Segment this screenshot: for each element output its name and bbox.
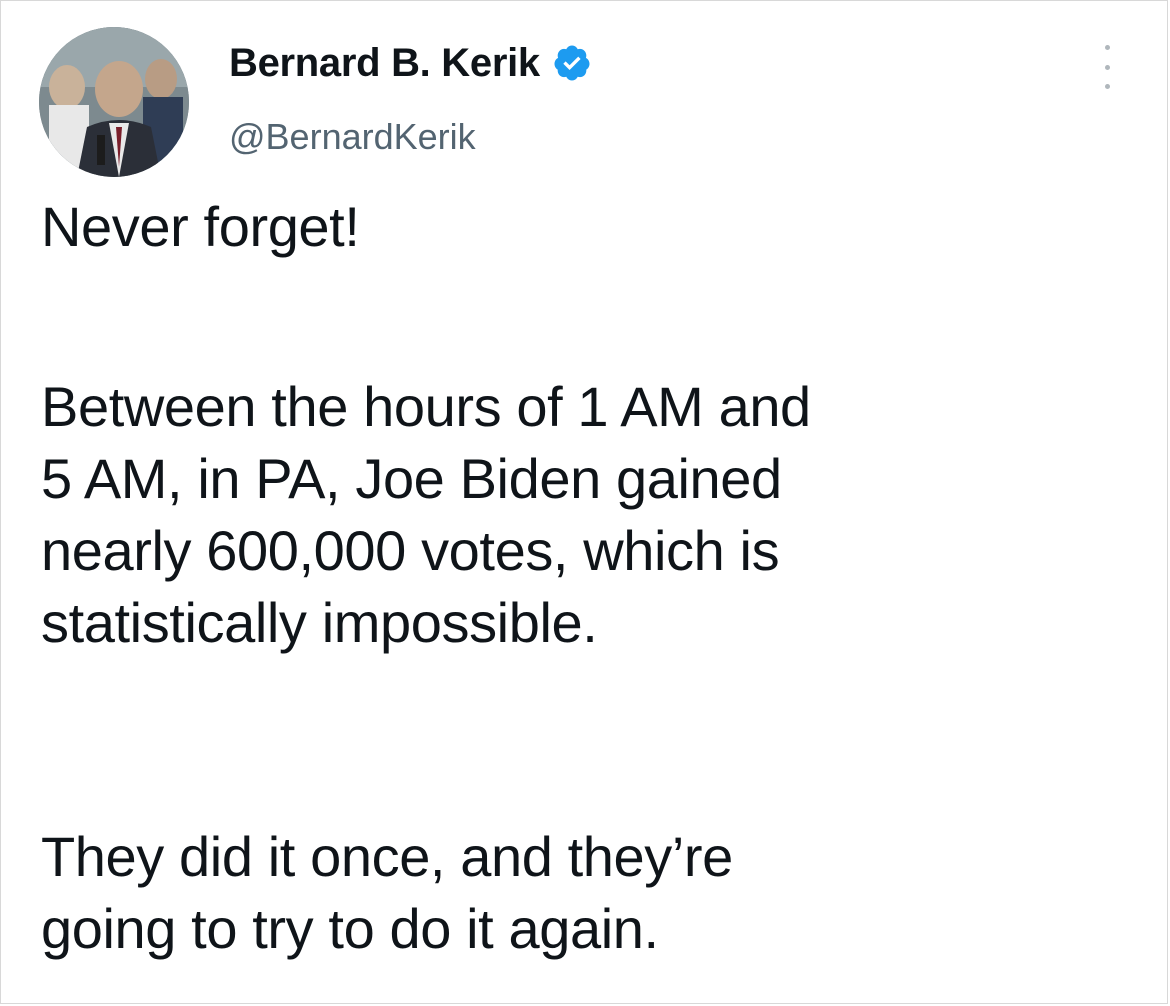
tweet-line: statistically impossible. — [41, 591, 598, 654]
avatar-image — [39, 27, 189, 177]
tweet-line: going to try to do it again. — [41, 897, 659, 960]
tweet-line: 5 AM, in PA, Joe Biden gained — [41, 447, 782, 510]
author-name[interactable]: Bernard B. Kerik — [229, 43, 592, 83]
tweet-line: Between the hours of 1 AM and — [41, 375, 811, 438]
author-handle[interactable]: @BernardKerik — [229, 119, 476, 155]
tweet-paragraph-3: They did it once, and they’re going to t… — [41, 821, 1141, 965]
tweet-line: nearly 600,000 votes, which is — [41, 519, 780, 582]
more-dot — [1104, 45, 1110, 50]
more-options-icon[interactable] — [1093, 45, 1121, 89]
tweet-paragraph-1: Never forget! — [41, 195, 360, 258]
tweet-card: Bernard B. Kerik @BernardKerik Never for… — [0, 0, 1168, 1004]
more-dot — [1104, 84, 1110, 89]
tweet-line: They did it once, and they’re — [41, 825, 733, 888]
more-dot — [1104, 64, 1110, 70]
tweet-paragraph-2: Between the hours of 1 AM and 5 AM, in P… — [41, 371, 1141, 659]
author-name-text[interactable]: Bernard B. Kerik — [229, 43, 540, 83]
verified-badge-icon — [552, 43, 592, 83]
avatar[interactable] — [39, 27, 189, 177]
